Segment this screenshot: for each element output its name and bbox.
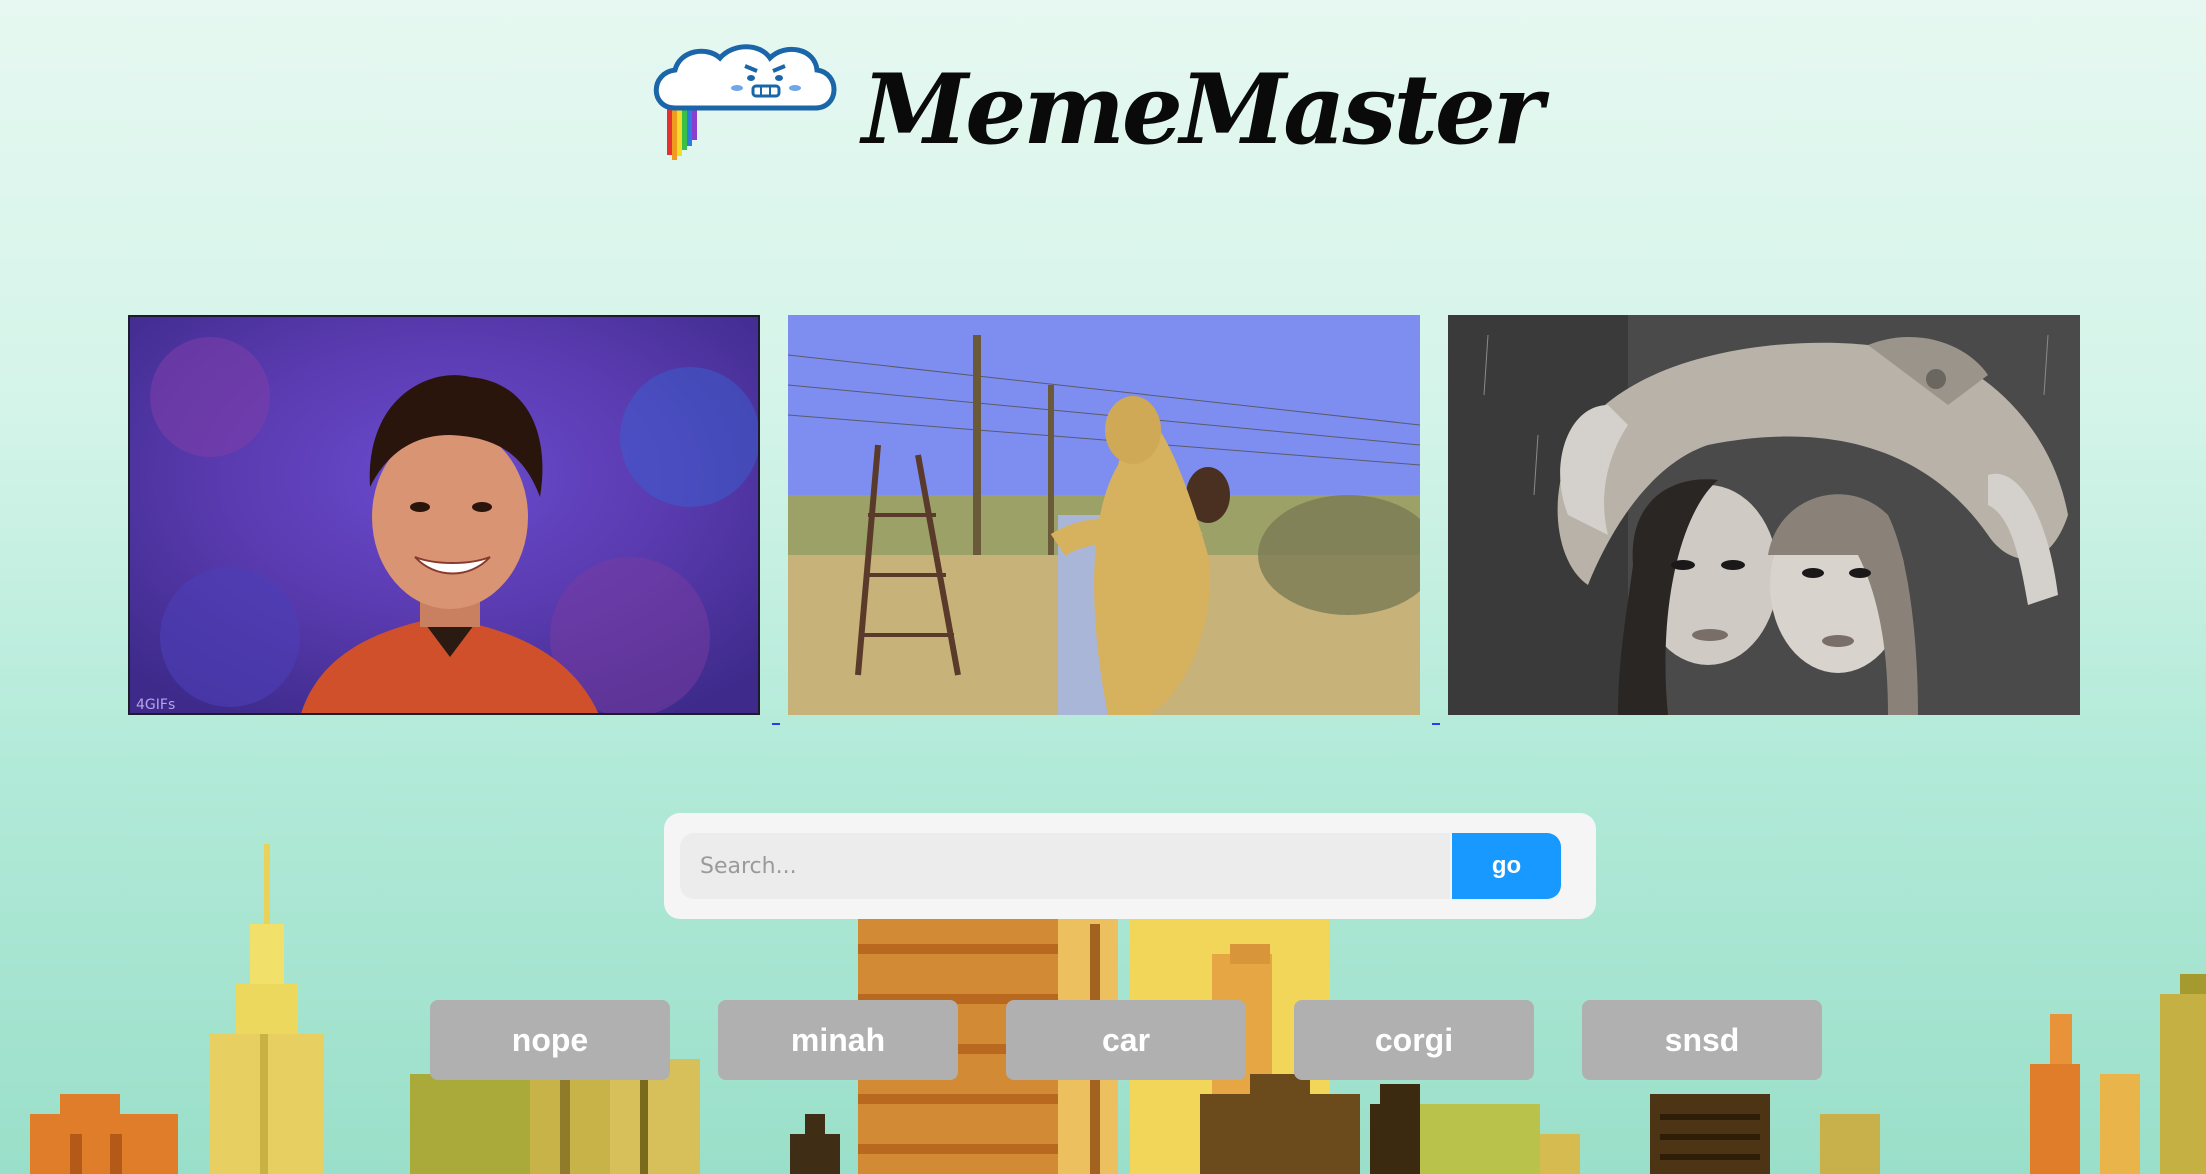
tag-button-row: nope minah car corgi snsd xyxy=(430,1000,1830,1080)
svg-text:4GIFs: 4GIFs xyxy=(136,697,175,713)
search-input[interactable] xyxy=(680,833,1450,899)
brand-title[interactable]: MemeMaster xyxy=(862,62,1544,158)
tag-button-car[interactable]: car xyxy=(1006,1000,1246,1080)
search-bar: go xyxy=(664,813,1596,919)
link-underline xyxy=(1432,723,1440,725)
gif-smiling-man[interactable]: 4GIFs xyxy=(128,315,760,715)
gif-gallery: 4GIFs xyxy=(128,315,2080,735)
tag-button-nope[interactable]: nope xyxy=(430,1000,670,1080)
link-underline xyxy=(772,723,780,725)
tag-button-minah[interactable]: minah xyxy=(718,1000,958,1080)
gif-women-under-coat[interactable] xyxy=(1448,315,2080,715)
go-button[interactable]: go xyxy=(1452,833,1561,899)
tag-button-snsd[interactable]: snsd xyxy=(1582,1000,1822,1080)
tag-button-corgi[interactable]: corgi xyxy=(1294,1000,1534,1080)
rainbow-cloud-icon[interactable] xyxy=(645,38,840,168)
gif-lion-hug[interactable] xyxy=(788,315,1420,715)
